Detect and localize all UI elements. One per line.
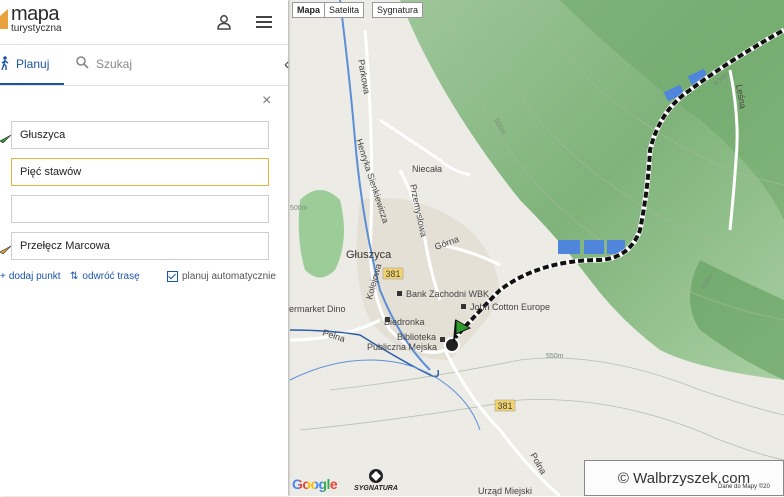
town-label: Głuszyca (346, 249, 392, 261)
google-logo-text: Google (292, 476, 338, 492)
route-waypoint-field[interactable]: Pięć stawów (11, 158, 269, 186)
poi-label: Publiczna Mejska (367, 342, 437, 352)
route-planner-panel: mapa turystyczna Planuj Szukaj ‹ × Głusz… (0, 0, 289, 496)
maptype-button-mapa[interactable]: Mapa (292, 2, 326, 18)
google-logo: Google (292, 476, 338, 492)
tab-szukaj-label: Szukaj (96, 57, 133, 71)
svg-text:381: 381 (385, 269, 400, 279)
forest-patch (298, 190, 344, 278)
tab-planuj-label: Planuj (16, 57, 50, 71)
route-end-field[interactable]: Przełęcz Marcowa (11, 232, 269, 260)
hamburger-menu-icon[interactable] (252, 10, 276, 34)
plus-icon: + (0, 271, 6, 282)
contour-label: 550m (546, 353, 564, 360)
svg-text:381: 381 (497, 401, 512, 411)
route-start-field[interactable]: Głuszyca (11, 121, 269, 149)
sygnatura-logo: SYGNATURA (352, 468, 400, 492)
maptype-button-satelita[interactable]: Satelita (324, 2, 365, 18)
map-data-attribution[interactable]: Dane do Mapy ©20 (718, 484, 770, 490)
reverse-route-button[interactable]: ⇅ odwróć trasę (70, 271, 140, 282)
add-point-label: dodaj punkt (8, 271, 61, 282)
logo-subtitle: turystyczna (11, 23, 62, 34)
swap-arrows-icon: ⇅ (70, 271, 79, 282)
panel-tabs: Planuj Szukaj ‹ (0, 45, 289, 86)
hiker-icon (0, 55, 12, 73)
tab-szukaj[interactable]: Szukaj (76, 45, 132, 83)
auto-plan-label: planuj automatycznie (182, 271, 276, 282)
chevron-left-icon[interactable]: ‹ (284, 45, 289, 85)
add-point-button[interactable]: + dodaj punkt (0, 271, 61, 282)
tab-planuj[interactable]: Planuj (0, 45, 64, 85)
poi-label: ermarket Dino (289, 304, 346, 314)
reverse-route-label: odwróć trasę (82, 271, 140, 282)
poi-label: Biblioteka (397, 332, 436, 342)
poi-label: Bank Zachodni WBK (406, 289, 489, 299)
poi-label: Urząd Miejski (478, 486, 532, 496)
route-waypoint-empty-field[interactable] (11, 195, 269, 223)
street-label: Niecała (412, 164, 442, 174)
watermark: © Walbrzyszek.com (584, 460, 784, 496)
logo-icon (0, 9, 8, 29)
road-shield: 381 (382, 267, 404, 280)
road-shield: 381 (494, 399, 516, 412)
maptype-button-sygnatura[interactable]: Sygnatura (372, 2, 424, 18)
close-icon[interactable]: × (262, 93, 271, 109)
user-icon[interactable] (212, 10, 236, 34)
svg-text:SYGNATURA: SYGNATURA (354, 485, 398, 492)
contour-label: 500m (290, 205, 308, 212)
search-icon (76, 56, 90, 72)
auto-plan-checkbox[interactable] (167, 271, 178, 282)
auto-plan-toggle[interactable]: planuj automatycznie (167, 271, 276, 282)
poi-label: John Cotton Europe (470, 302, 550, 312)
poi-label: Biedronka (384, 317, 425, 327)
app-header: mapa turystyczna (0, 0, 288, 45)
